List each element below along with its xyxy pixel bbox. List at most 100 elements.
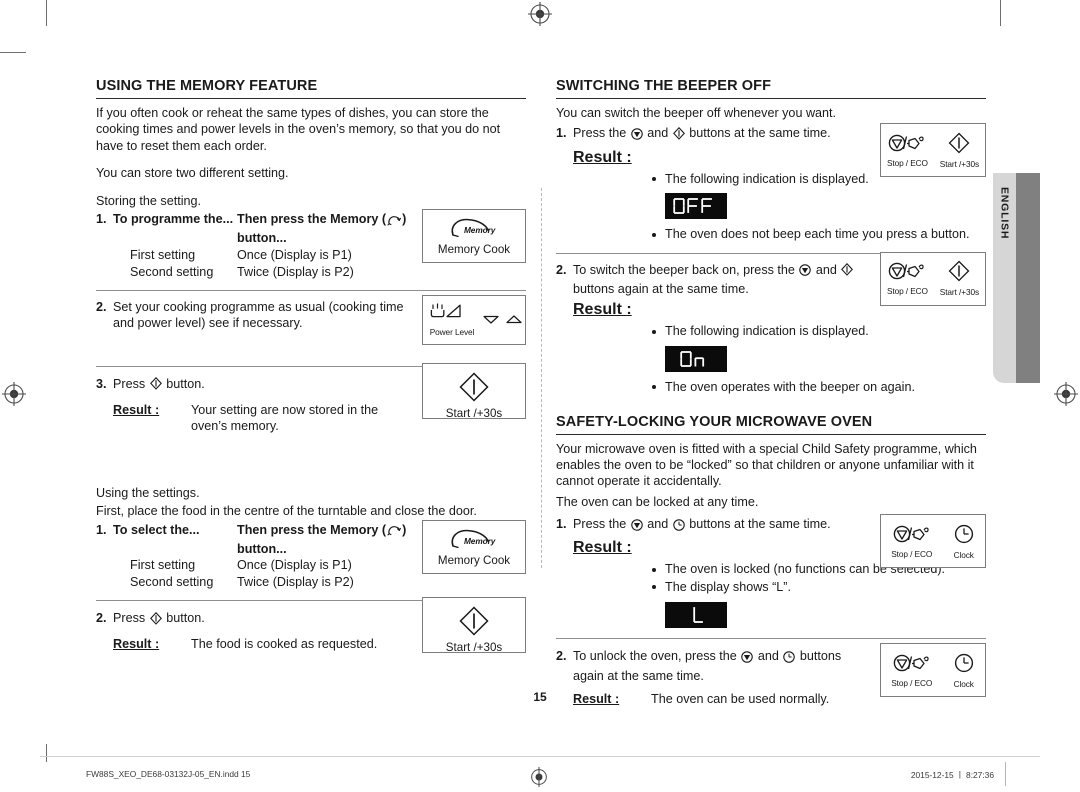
keyart-start-cell: Start /+30s [940, 132, 979, 169]
option-action: Twice (Display is P2) [237, 264, 354, 279]
stop-eco-icon [741, 651, 754, 668]
footer-timestamp: 2015-12-15 ㅣ 8:27:36 [910, 770, 994, 780]
beeper-step1-text-after: buttons at the same time. [689, 126, 831, 141]
keyart-memory-cook-button: Memory Memory Cook [422, 519, 526, 574]
clock-icon [672, 518, 685, 536]
clock-icon [954, 653, 973, 673]
language-thumb-tab: ENGLISH [993, 173, 1040, 383]
start-icon [672, 126, 685, 145]
keyart-stop-eco-cell: Stop / ECO [891, 524, 932, 559]
beeper-step2-bullet-1: The following indication is displayed. [649, 323, 986, 340]
beeper-intro: You can switch the beeper off whenever y… [556, 106, 837, 120]
keyart-start-cell: Start /+30s [940, 260, 979, 297]
clock-icon [783, 651, 796, 668]
keyart-clock-cell: Clock [953, 523, 975, 560]
step-number: 1. [556, 517, 567, 532]
keyart-stop-eco-cell: Stop / ECO [887, 133, 928, 168]
start-icon [149, 377, 162, 395]
safety-step2-text-after: buttons [799, 649, 842, 664]
memory-keyart-inner-label: Memory [464, 535, 496, 546]
language-tab-dark-panel [1016, 173, 1040, 383]
keyart-clock-cell: Clock [953, 652, 975, 689]
seven-segment-off [673, 198, 712, 214]
beeper-step2-text-before: To switch the beeper back on, press the [573, 262, 795, 277]
stop-eco-icon [893, 654, 929, 672]
left-column: USING THE MEMORY FEATURE If you often co… [96, 78, 526, 672]
chevron-up-icon [506, 315, 522, 324]
power-level-caption: Power Level [429, 327, 475, 338]
memory-icon [387, 214, 402, 231]
keyart-start-button: Start /+30s [422, 362, 526, 420]
led-display-on [665, 345, 727, 372]
memory-intro-paragraph-2: You can store two different setting. [96, 166, 289, 181]
step-number: 3. [96, 376, 107, 391]
keyart-stop-eco-cell: Stop / ECO [891, 653, 932, 688]
memory-icon [387, 524, 402, 541]
storing-option-row-2: Second setting Twice (Display is P2) [113, 264, 408, 281]
using-option-row-2: Second setting Twice (Display is P2) [113, 574, 408, 591]
step-number: 1. [96, 522, 107, 537]
start-caption: Start /+30s [939, 158, 980, 169]
storing-step2-text: Set your cooking programme as usual (coo… [113, 299, 404, 331]
page-number: 15 [533, 690, 547, 704]
storing-lead-in: Storing the setting. [96, 193, 202, 208]
using-lead-in-1: Using the settings. [96, 485, 200, 500]
option-label: Second setting [130, 575, 214, 590]
step-number: 1. [556, 126, 567, 141]
memory-intro-paragraph-1: If you often cook or reheat the same typ… [96, 106, 501, 153]
storing-step3-result-text: Your setting are now stored in the oven’… [191, 402, 379, 434]
using-step2-result-text: The food is cooked as requested. [191, 637, 378, 652]
beeper-step1-text-mid: and [647, 126, 669, 141]
right-column: SWITCHING THE BEEPER OFF You can switch … [556, 78, 986, 710]
option-action: Once (Display is P1) [237, 247, 352, 262]
start-caption: Start /+30s [939, 287, 980, 298]
safety-step2-text-line2: again at the same time. [573, 668, 704, 683]
section-title-memory-feature: USING THE MEMORY FEATURE [96, 78, 526, 99]
start-keyart-caption: Start /+30s [445, 641, 503, 655]
language-tab-label: ENGLISH [998, 187, 1011, 240]
section-title-beeper-off: SWITCHING THE BEEPER OFF [556, 78, 986, 99]
stop-eco-caption: Stop / ECO [886, 157, 928, 168]
keyart-start-button: Start /+30s [422, 597, 526, 655]
safety-step1-bullet-2: The display shows “L”. [649, 579, 986, 596]
option-action: Once (Display is P1) [237, 558, 352, 573]
storing-step1-header-a: To programme the... [113, 212, 234, 227]
clock-caption: Clock [953, 678, 974, 689]
keyart-stop-clock-buttons: Stop / ECO Clock [880, 514, 986, 569]
power-level-icon [430, 303, 461, 318]
option-label: First setting [130, 247, 196, 262]
beeper-step-2: 2. To switch the beeper back on, press t… [556, 251, 986, 396]
storing-step-3: 3. Press button. Result : Your setting a… [96, 362, 526, 438]
start-icon [459, 606, 489, 636]
beeper-step1-text-before: Press the [573, 126, 627, 141]
stop-eco-icon [630, 518, 643, 536]
start-icon [841, 263, 854, 281]
safety-step2-text-mid: and [757, 649, 779, 664]
start-icon [948, 260, 970, 282]
footer-tick-mark [1005, 762, 1006, 786]
start-icon [459, 372, 489, 402]
start-keyart-caption: Start /+30s [445, 406, 503, 420]
memory-keyart-caption: Memory Cook [437, 243, 511, 257]
start-icon [948, 132, 970, 154]
manual-page: USING THE MEMORY FEATURE If you often co… [0, 0, 1080, 792]
stop-eco-caption: Stop / ECO [891, 548, 933, 559]
stop-eco-icon [893, 525, 929, 542]
page-footer: FW88S_XEO_DE68-03132J-05_EN.indd 15 2015… [86, 769, 994, 783]
stop-eco-caption: Stop / ECO [886, 286, 928, 297]
beeper-step2-text-mid: and [815, 262, 837, 277]
beeper-step-1: 1. Press the and buttons at the same tim… [556, 123, 986, 254]
beeper-step2-text-after: buttons again at the same time. [573, 281, 749, 296]
beeper-step1-bullet-2: The oven does not beep each time you pre… [649, 226, 986, 243]
safety-step2-text-before: To unlock the oven, press the [573, 649, 737, 664]
footer-file-name: FW88S_XEO_DE68-03132J-05_EN.indd 15 [86, 769, 251, 779]
storing-step-1: 1. To programme the... Then press the Me… [96, 209, 526, 291]
result-label: Result : [113, 402, 160, 417]
using-step2-text-before: Press [113, 611, 146, 626]
using-lead-in-2: First, place the food in the centre of t… [96, 504, 477, 519]
memory-keyart-inner-label: Memory [464, 225, 496, 236]
start-icon [149, 611, 162, 630]
storing-step1-header-b: Then press the Memory () button... [237, 212, 407, 246]
seven-segment-l [693, 607, 703, 624]
keyart-stop-start-buttons: Stop / ECO Start /+30s [880, 123, 986, 178]
